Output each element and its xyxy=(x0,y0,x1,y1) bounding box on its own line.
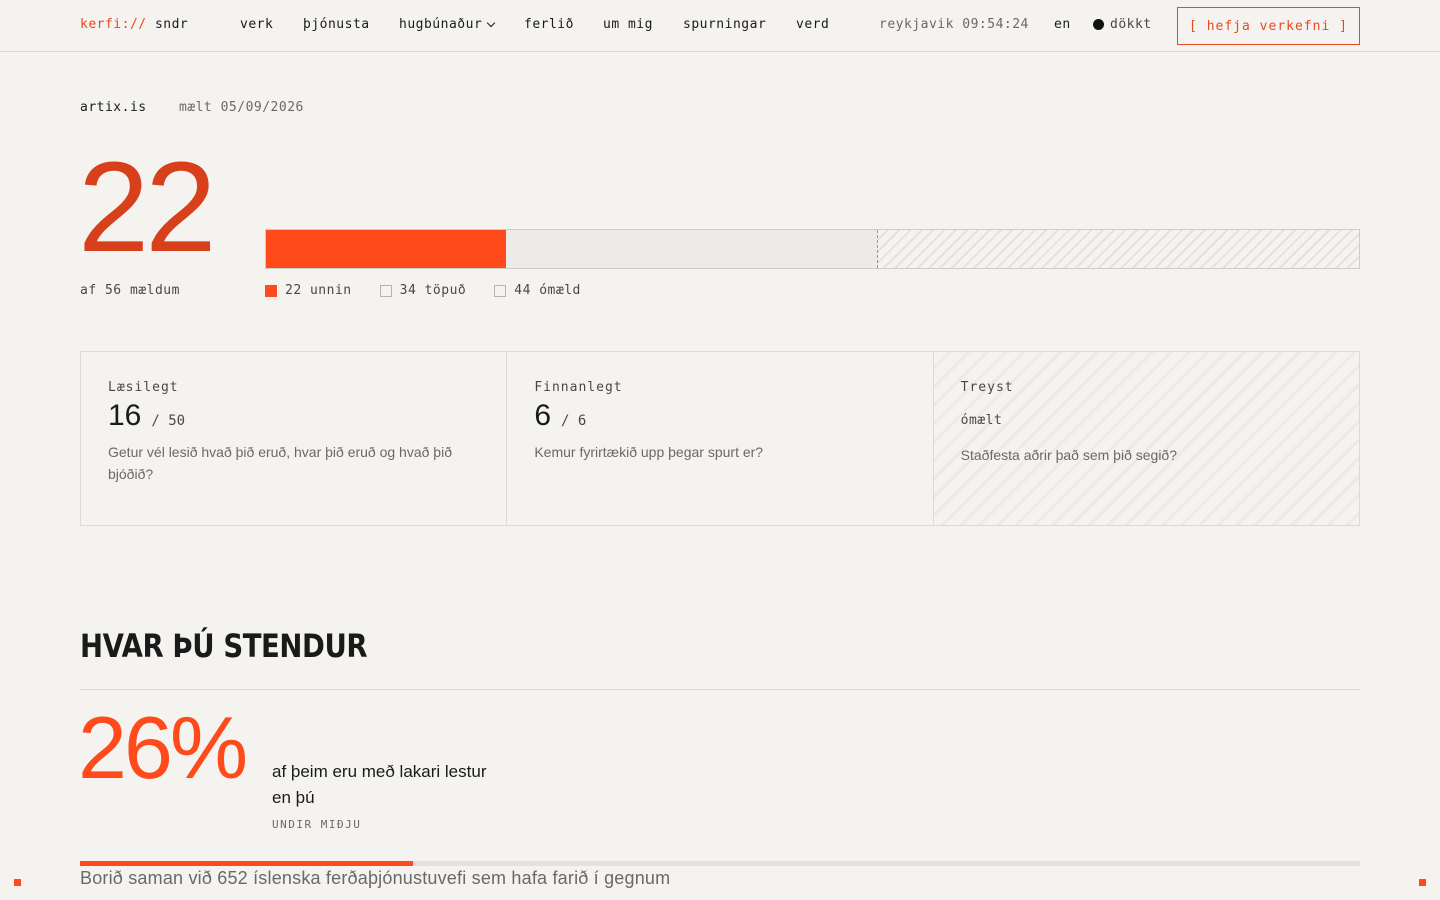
nav-item-verk[interactable]: verk xyxy=(240,17,303,32)
section-divider xyxy=(80,689,1360,690)
legend-lost: 34 töpuð xyxy=(379,283,467,298)
card-score: 6 / 6 xyxy=(534,399,905,433)
card-question: Getur vél lesið hvað þið eruð, hvar þið … xyxy=(108,444,452,482)
overall-score: 22 xyxy=(78,136,216,279)
nav-item-verd[interactable]: verd xyxy=(796,17,836,32)
corner-marker-left xyxy=(14,879,21,886)
legend-won: 22 unnin xyxy=(265,283,352,298)
category-cards: Læsilegt 16 / 50 Getur vél lesið hvað þi… xyxy=(80,351,1360,526)
chevron-down-icon xyxy=(487,18,496,27)
brand-name: sndr xyxy=(154,17,189,32)
nav-item-ferlid[interactable]: ferlið xyxy=(524,17,603,32)
bar-segment-unmeasured xyxy=(878,230,1359,268)
percentile-description: af þeim eru með lakari lestur en þú xyxy=(272,762,487,807)
card-score-max: / 50 xyxy=(151,413,186,429)
score-breakdown-bar xyxy=(265,229,1360,269)
main-nav: verk þjónusta hugbúnaður ferlið um mig s… xyxy=(240,17,836,32)
card-trusted: Treyst ómælt Staðfesta aðrir það sem þið… xyxy=(933,352,1359,525)
theme-toggle[interactable]: dökkt xyxy=(1093,17,1152,32)
percentile-value: 26% xyxy=(78,698,248,797)
measured-date: mælt 05/09/2026 xyxy=(178,100,304,115)
legend-swatch-won xyxy=(265,284,277,297)
report-meta: artix.is mælt 05/09/2026 xyxy=(80,100,304,115)
bar-segment-won xyxy=(266,230,507,268)
site-name: artix.is xyxy=(80,100,147,115)
nav-item-spurningar[interactable]: spurningar xyxy=(683,17,796,32)
legend-unmeasured-label: 44 ómæld xyxy=(514,283,581,298)
legend-swatch-lost xyxy=(379,284,392,297)
card-label: Treyst xyxy=(960,380,1014,395)
moon-dot-icon xyxy=(1093,19,1104,30)
overall-score-subtitle: af 56 mældum xyxy=(80,283,180,298)
brand-logo[interactable]: kerfi:// sndr xyxy=(80,17,188,32)
legend-swatch-unmeasured xyxy=(494,284,507,297)
nav-item-um-mig[interactable]: um mig xyxy=(603,17,683,32)
bar-segment-lost xyxy=(506,230,879,268)
card-readable: Læsilegt 16 / 50 Getur vél lesið hvað þi… xyxy=(81,352,508,525)
card-score: 16 / 50 xyxy=(108,399,479,433)
legend-won-label: 22 unnin xyxy=(285,283,352,298)
card-label: Finnanlegt xyxy=(534,380,623,395)
nav-item-hugbunadur-label: hugbúnaður xyxy=(399,17,483,32)
nav-item-thjonusta[interactable]: þjónusta xyxy=(303,17,399,32)
legend-unmeasured: 44 ómæld xyxy=(494,283,581,298)
card-question: Kemur fyrirtækið upp þegar spurt er? xyxy=(534,444,764,460)
section-title: HVAR ÞÚ STENDUR xyxy=(80,627,368,665)
percentile-bar-fill xyxy=(80,861,413,866)
percentile-bar xyxy=(80,861,1360,866)
card-score-value: 16 xyxy=(108,399,142,432)
corner-marker-right xyxy=(1419,879,1426,886)
card-status: ómælt xyxy=(960,413,1003,428)
score-legend: 22 unnin 34 töpuð 44 ómæld xyxy=(265,283,609,298)
language-toggle[interactable]: en xyxy=(1054,17,1071,32)
card-label: Læsilegt xyxy=(108,380,179,395)
top-navigation: kerfi:// sndr verk þjónusta hugbúnaður f… xyxy=(0,0,1440,52)
percentile-tag: UNDIR MIÐJU xyxy=(272,818,362,831)
start-project-button[interactable]: [ hefja verkefni ] xyxy=(1177,7,1360,45)
comparison-text: Borið saman við 652 íslenska ferðaþjónus… xyxy=(80,868,671,888)
brand-prefix: kerfi:// xyxy=(80,17,147,32)
theme-toggle-label: dökkt xyxy=(1110,17,1152,32)
local-clock: reykjavik 09:54:24 xyxy=(879,17,1029,32)
card-findable: Finnanlegt 6 / 6 Kemur fyrirtækið upp þe… xyxy=(507,352,934,525)
card-score-value: 6 xyxy=(534,399,552,432)
nav-item-hugbunadur[interactable]: hugbúnaður xyxy=(399,17,524,32)
card-question: Staðfesta aðrir það sem þið segið? xyxy=(960,447,1178,463)
legend-lost-label: 34 töpuð xyxy=(399,283,467,298)
card-score-max: / 6 xyxy=(561,413,587,429)
